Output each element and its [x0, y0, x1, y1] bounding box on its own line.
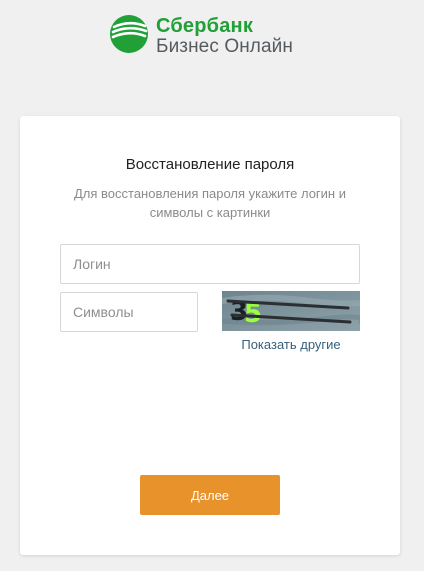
- password-recovery-page: Сбербанк Бизнес Онлайн Восстановление па…: [0, 0, 424, 571]
- brand-name: Сбербанк: [156, 15, 254, 37]
- brand-subtitle: Бизнес Онлайн: [156, 36, 293, 57]
- captcha-image: 3 5: [222, 291, 360, 331]
- recovery-card: Восстановление пароля Для восстановления…: [20, 116, 400, 555]
- sberbank-business-online-logo: Сбербанк Бизнес Онлайн: [109, 14, 293, 56]
- instructions-text: Для восстановления пароля укажите логин …: [73, 186, 346, 220]
- page-title: Восстановление пароля: [125, 156, 295, 173]
- show-other-captcha-link[interactable]: Показать другие: [222, 337, 360, 352]
- next-button[interactable]: Далее: [140, 475, 280, 515]
- logo-text: Сбербанк Бизнес Онлайн: [156, 14, 293, 56]
- login-input[interactable]: [60, 244, 360, 284]
- sberbank-logo-icon: [110, 15, 148, 53]
- captcha-symbols-input[interactable]: [60, 292, 198, 332]
